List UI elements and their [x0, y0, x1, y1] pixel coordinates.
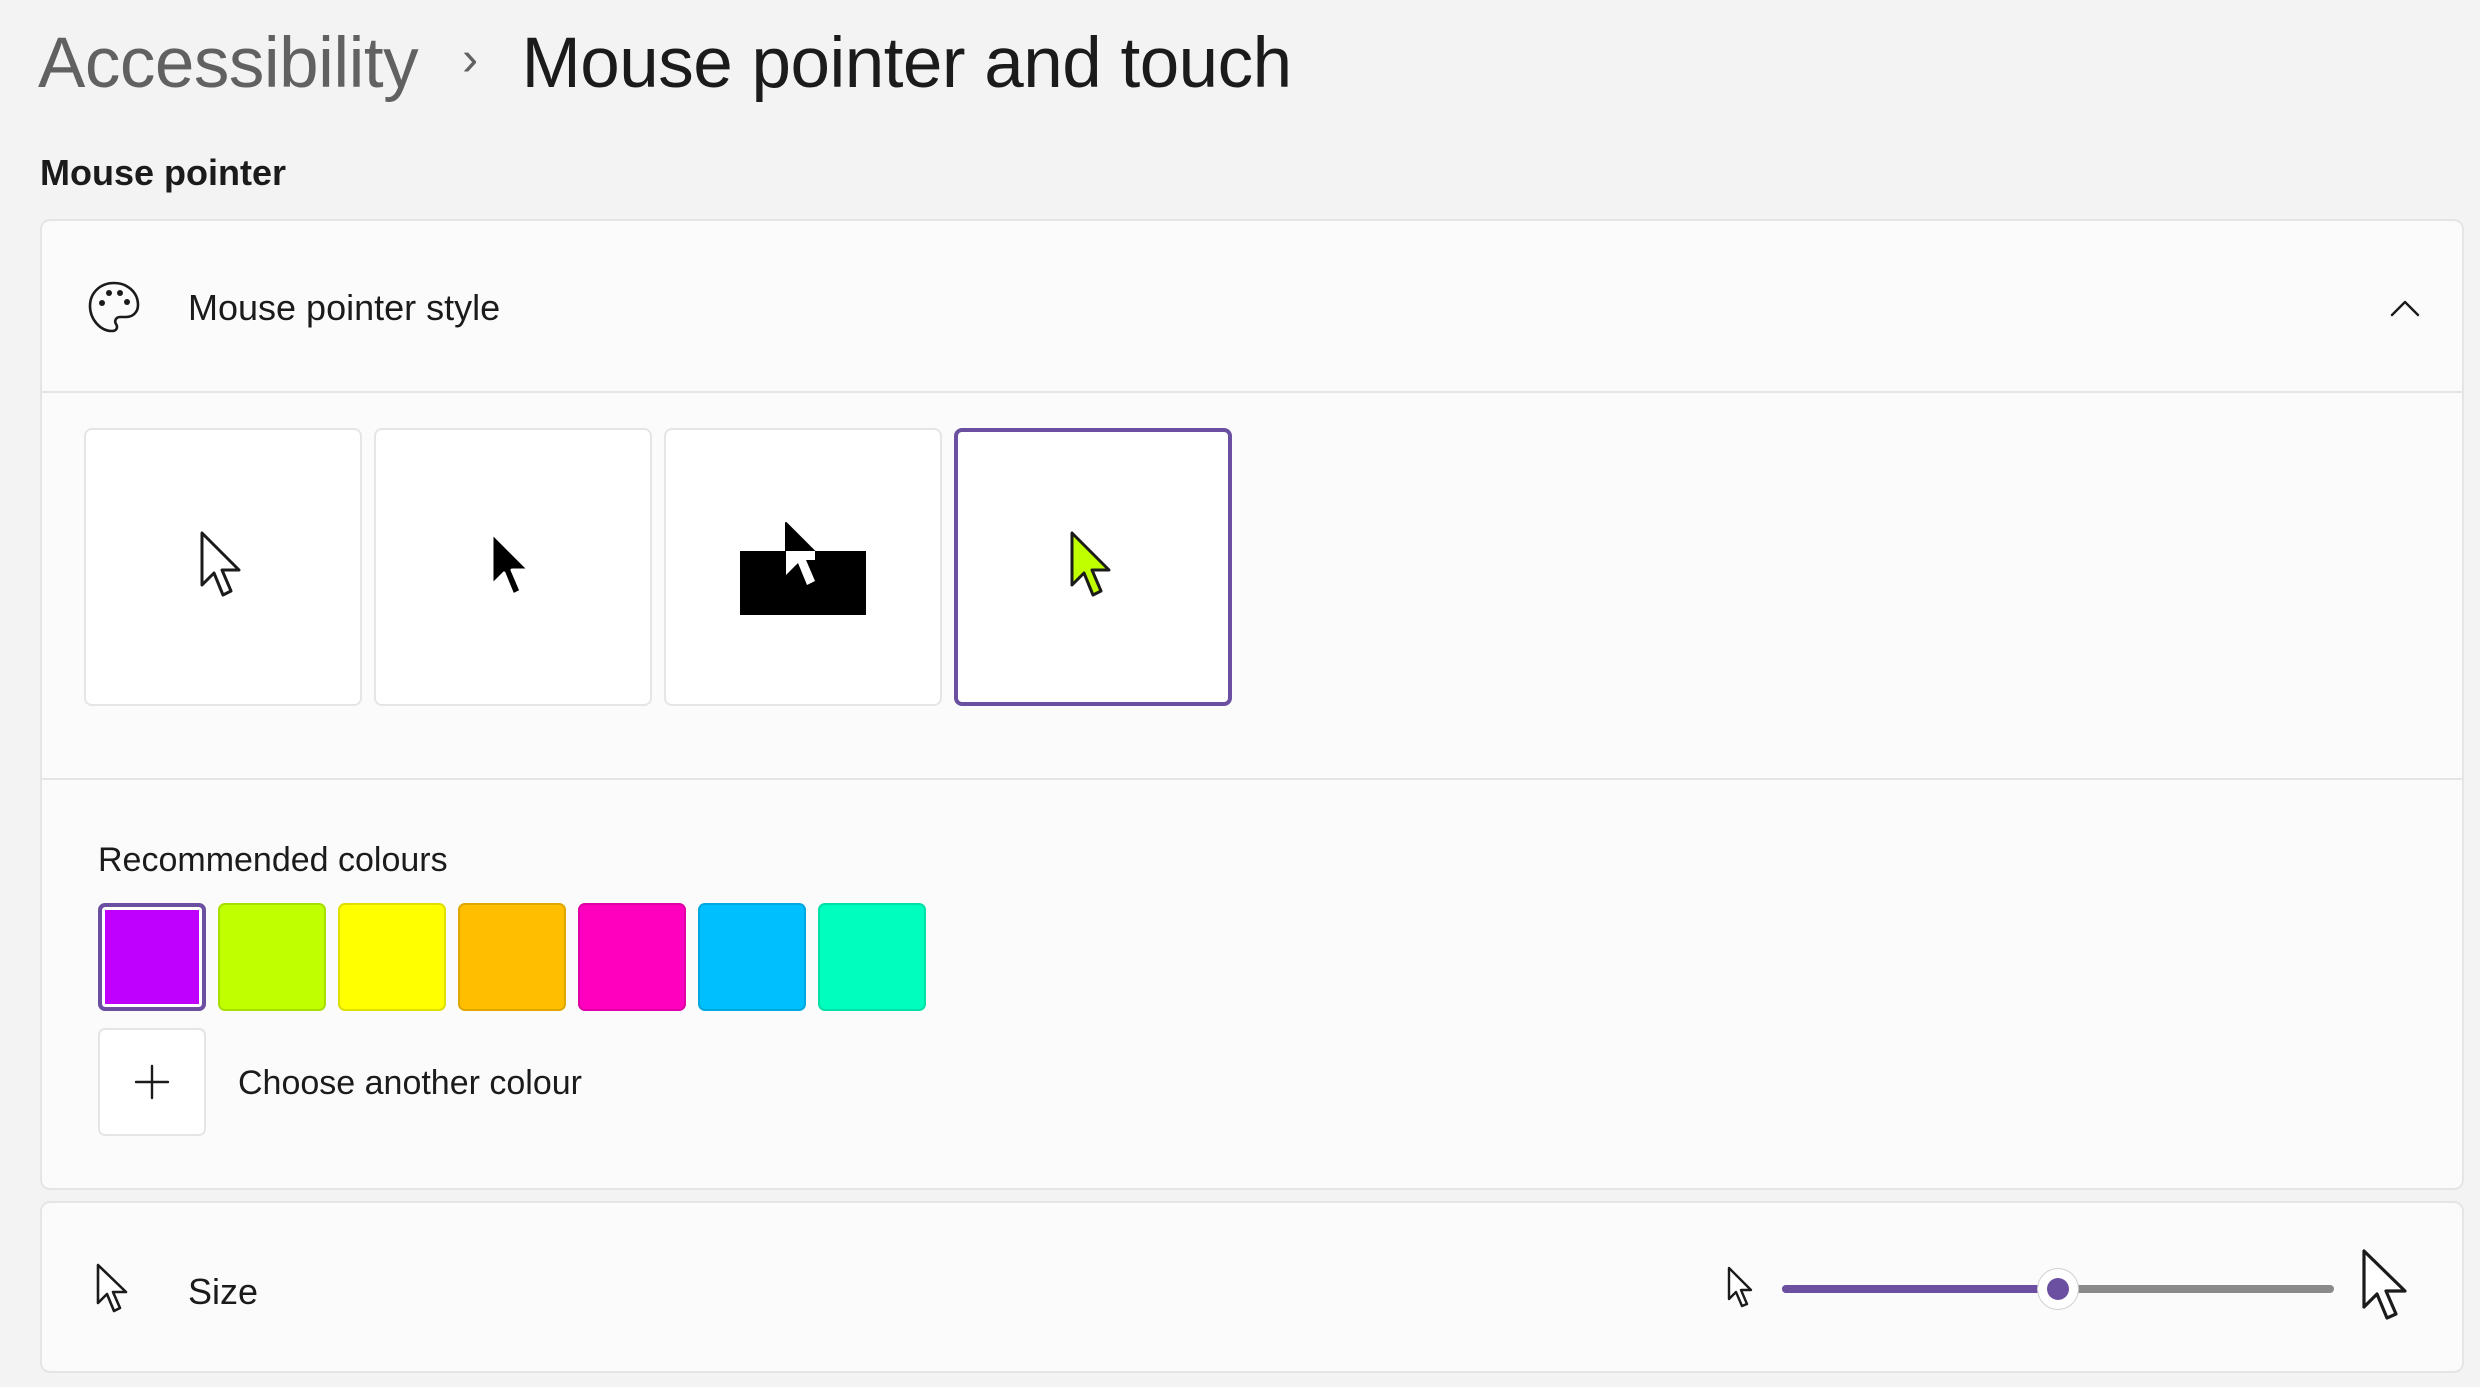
colour-swatch[interactable] [98, 903, 206, 1011]
pointer-style-custom[interactable] [954, 428, 1232, 706]
size-slider[interactable] [1782, 1269, 2334, 1309]
palette-icon [88, 281, 140, 333]
size-card: Size [40, 1201, 2464, 1373]
custom-cursor-icon [1070, 531, 1111, 597]
colour-swatch[interactable] [578, 903, 686, 1011]
pointer-style-inverted[interactable] [664, 428, 942, 706]
breadcrumb-separator-icon: › [462, 32, 478, 86]
recommended-colours-label: Recommended colours [98, 841, 448, 879]
pointer-style-white[interactable] [84, 428, 362, 706]
mouse-pointer-style-card: Mouse pointer style Recommended colours … [40, 219, 2464, 1190]
colour-swatches [98, 903, 926, 1011]
choose-another-colour-button[interactable] [98, 1028, 206, 1136]
large-cursor-icon [2362, 1249, 2407, 1320]
settings-page: Accessibility › Mouse pointer and touch … [0, 0, 2480, 1387]
breadcrumb: Accessibility › Mouse pointer and touch [38, 18, 1292, 108]
colour-swatch[interactable] [338, 903, 446, 1011]
colour-swatch[interactable] [218, 903, 326, 1011]
size-label: Size [188, 1271, 259, 1312]
choose-another-colour-label: Choose another colour [238, 1064, 583, 1102]
black-cursor-icon [490, 531, 531, 597]
pointer-icon [96, 1263, 128, 1313]
colour-swatch[interactable] [818, 903, 926, 1011]
page-title: Mouse pointer and touch [521, 23, 1293, 103]
colour-swatch[interactable] [458, 903, 566, 1011]
plus-icon [134, 1064, 170, 1100]
pointer-style-options [84, 428, 1232, 706]
divider [42, 391, 2462, 393]
section-title: Mouse pointer [40, 152, 287, 193]
chevron-up-icon[interactable] [2388, 291, 2422, 325]
colour-swatch[interactable] [698, 903, 806, 1011]
divider [42, 778, 2462, 780]
small-cursor-icon [1727, 1266, 1753, 1308]
slider-thumb-dot [2047, 1278, 2069, 1300]
slider-thumb[interactable] [2038, 1269, 2078, 1309]
inverted-cursor-icon [740, 522, 866, 615]
breadcrumb-accessibility-link[interactable]: Accessibility [38, 23, 419, 104]
mouse-pointer-style-header[interactable]: Mouse pointer style [42, 221, 2462, 391]
mouse-pointer-style-label: Mouse pointer style [188, 287, 501, 328]
white-cursor-icon [200, 531, 241, 597]
slider-fill [1782, 1285, 2058, 1293]
pointer-style-black[interactable] [374, 428, 652, 706]
